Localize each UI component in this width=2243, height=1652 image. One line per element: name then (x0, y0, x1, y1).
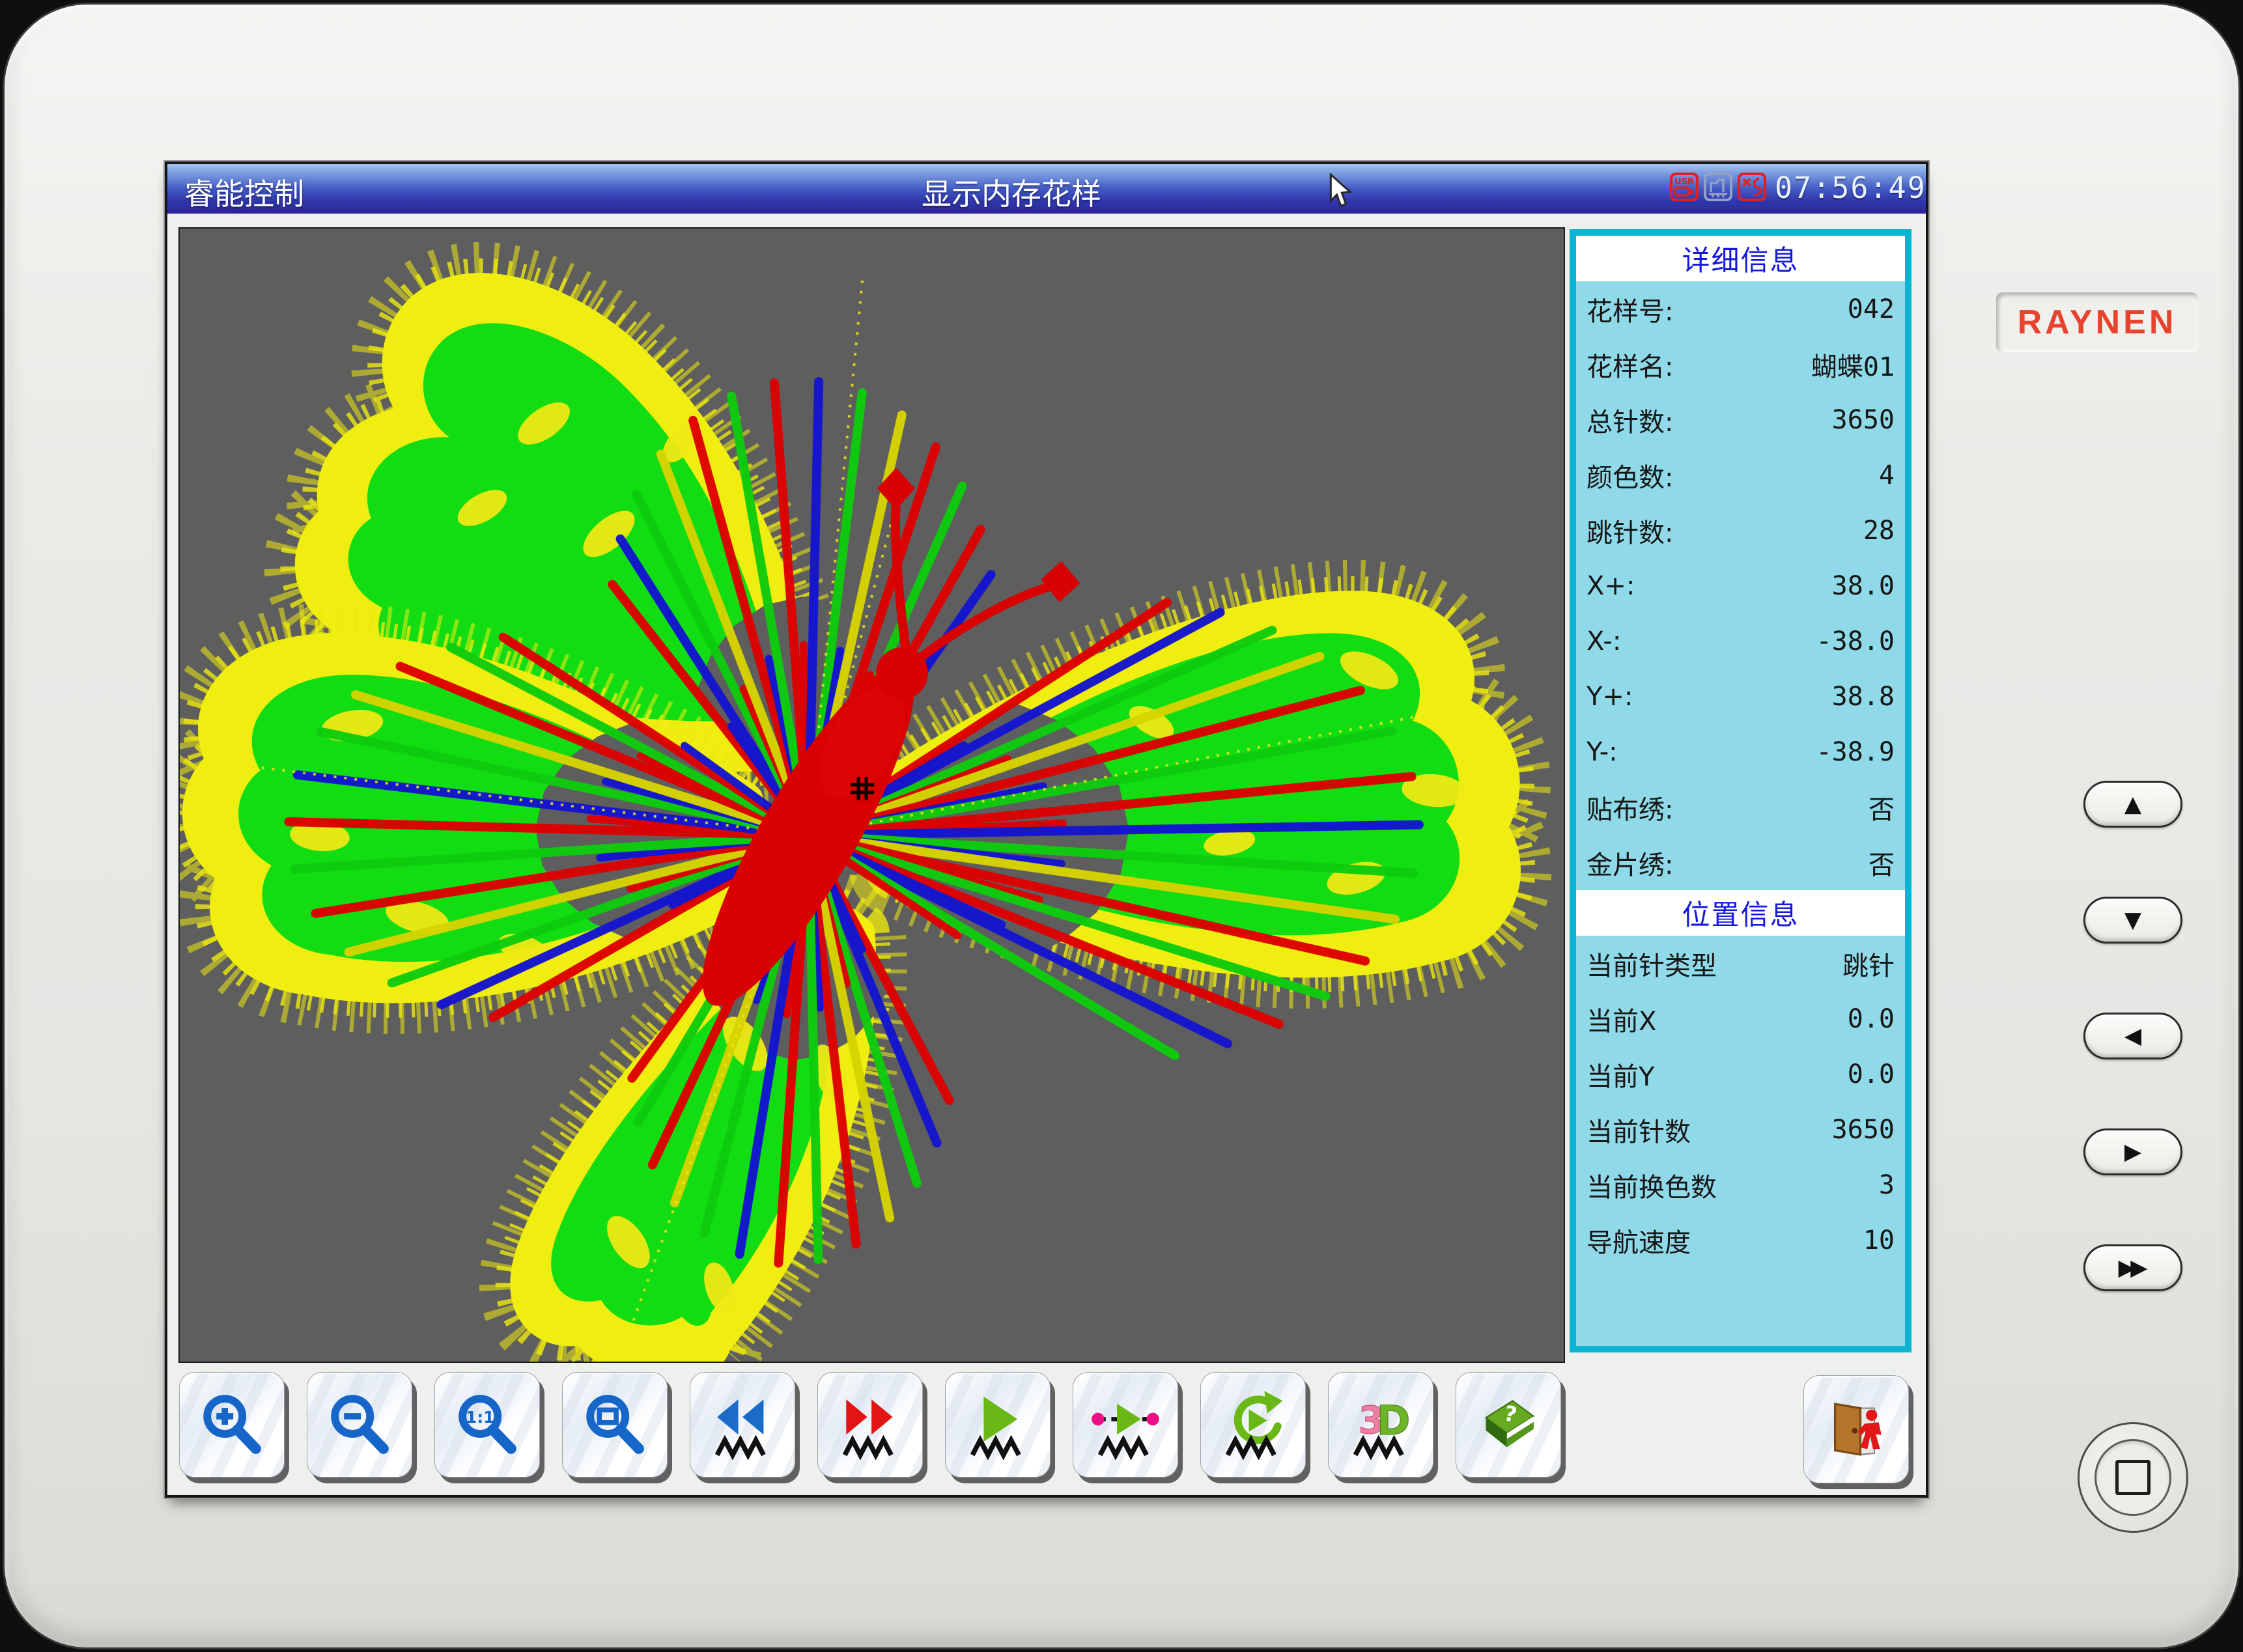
butterfly-pattern: .fz1{fill:none;stroke:#ece90f;stroke-wid… (180, 229, 1564, 1362)
stitch-back-button[interactable] (690, 1372, 795, 1477)
nav-up-button[interactable]: ▲ (2083, 781, 2182, 828)
page-title: 显示内存花样 (922, 171, 1101, 214)
clock: 07:56:49 (1775, 171, 1921, 205)
info-row: 当前Y0.0 (1576, 1046, 1905, 1102)
app-name: 睿能控制 (184, 171, 304, 214)
exit-button[interactable] (1803, 1375, 1909, 1483)
info-row: 导航速度10 (1576, 1212, 1905, 1268)
zoom-out-button[interactable] (307, 1372, 412, 1477)
lcd-screen: 睿能控制 显示内存花样 USB (165, 161, 1928, 1498)
help-button[interactable]: ? (1456, 1372, 1561, 1477)
stitch-forward-button[interactable] (817, 1372, 923, 1477)
info-row: 贴布绣:否 (1576, 779, 1905, 835)
usb-icon: USB (1669, 172, 1699, 202)
zoom-in-button[interactable] (179, 1372, 285, 1477)
info-row: 当前针数3650 (1576, 1102, 1905, 1157)
zoom-1to1-button[interactable]: 1:1 (434, 1372, 540, 1477)
sim-play-button[interactable] (945, 1372, 1051, 1477)
info-row: 当前针类型跳针 (1576, 936, 1905, 991)
controller-bezel: 睿能控制 显示内存花样 USB (3, 3, 2240, 1649)
nav-fast-button[interactable]: ▶▶ (2083, 1244, 2182, 1291)
home-button[interactable] (2078, 1422, 2188, 1533)
info-row: 花样名:蝴蝶01 (1576, 337, 1905, 392)
pattern-preview-area: .fz1{fill:none;stroke:#ece90f;stroke-wid… (178, 227, 1565, 1363)
sim-repeat-button[interactable] (1200, 1372, 1306, 1477)
machine-icon (1703, 172, 1733, 202)
nav-right-button[interactable]: ▶ (2083, 1128, 2182, 1175)
zoom-1to1-label: 1:1 (466, 1408, 494, 1427)
mouse-cursor (1327, 173, 1363, 213)
title-bar: 睿能控制 显示内存花样 USB (167, 164, 1926, 214)
info-row: Y-:-38.9 (1576, 724, 1905, 779)
brand-logo-text: RAYNEN (2018, 303, 2177, 342)
info-row: 跳针数:28 (1576, 503, 1905, 558)
sim-step-button[interactable] (1073, 1372, 1178, 1477)
info-row: 金片绣:否 (1576, 835, 1905, 890)
view-3d-button[interactable]: 3 D (1328, 1372, 1433, 1477)
info-row: X-:-38.0 (1576, 613, 1905, 669)
screenshot-root: 睿能控制 显示内存花样 USB (0, 0, 2243, 1652)
info-panel: 详细信息 花样号:042 花样名:蝴蝶01 总针数:3650 颜色数:4 跳针数… (1570, 229, 1911, 1352)
brand-logo: RAYNEN (1996, 292, 2198, 352)
position-panel-header: 位置信息 (1576, 890, 1905, 936)
nav-down-button[interactable]: ▼ (2083, 897, 2182, 944)
zoom-fit-button[interactable] (562, 1372, 668, 1477)
info-row: X+:38.0 (1576, 558, 1905, 613)
info-row: 颜色数:4 (1576, 447, 1905, 503)
thread-break-icon (1737, 172, 1767, 202)
detail-panel-header: 详细信息 (1576, 236, 1905, 281)
info-row: 花样号:042 (1576, 281, 1905, 337)
home-button-square-icon (2115, 1460, 2151, 1495)
info-row: 当前换色数3 (1576, 1157, 1905, 1212)
info-row: 总针数:3650 (1576, 392, 1905, 447)
antenna-knob (1041, 561, 1080, 602)
info-row: Y+:38.8 (1576, 669, 1905, 724)
nav-left-button[interactable]: ◀ (2083, 1013, 2182, 1059)
usb-icon-label: USB (1674, 177, 1694, 187)
info-row: 当前X0.0 (1576, 991, 1905, 1046)
